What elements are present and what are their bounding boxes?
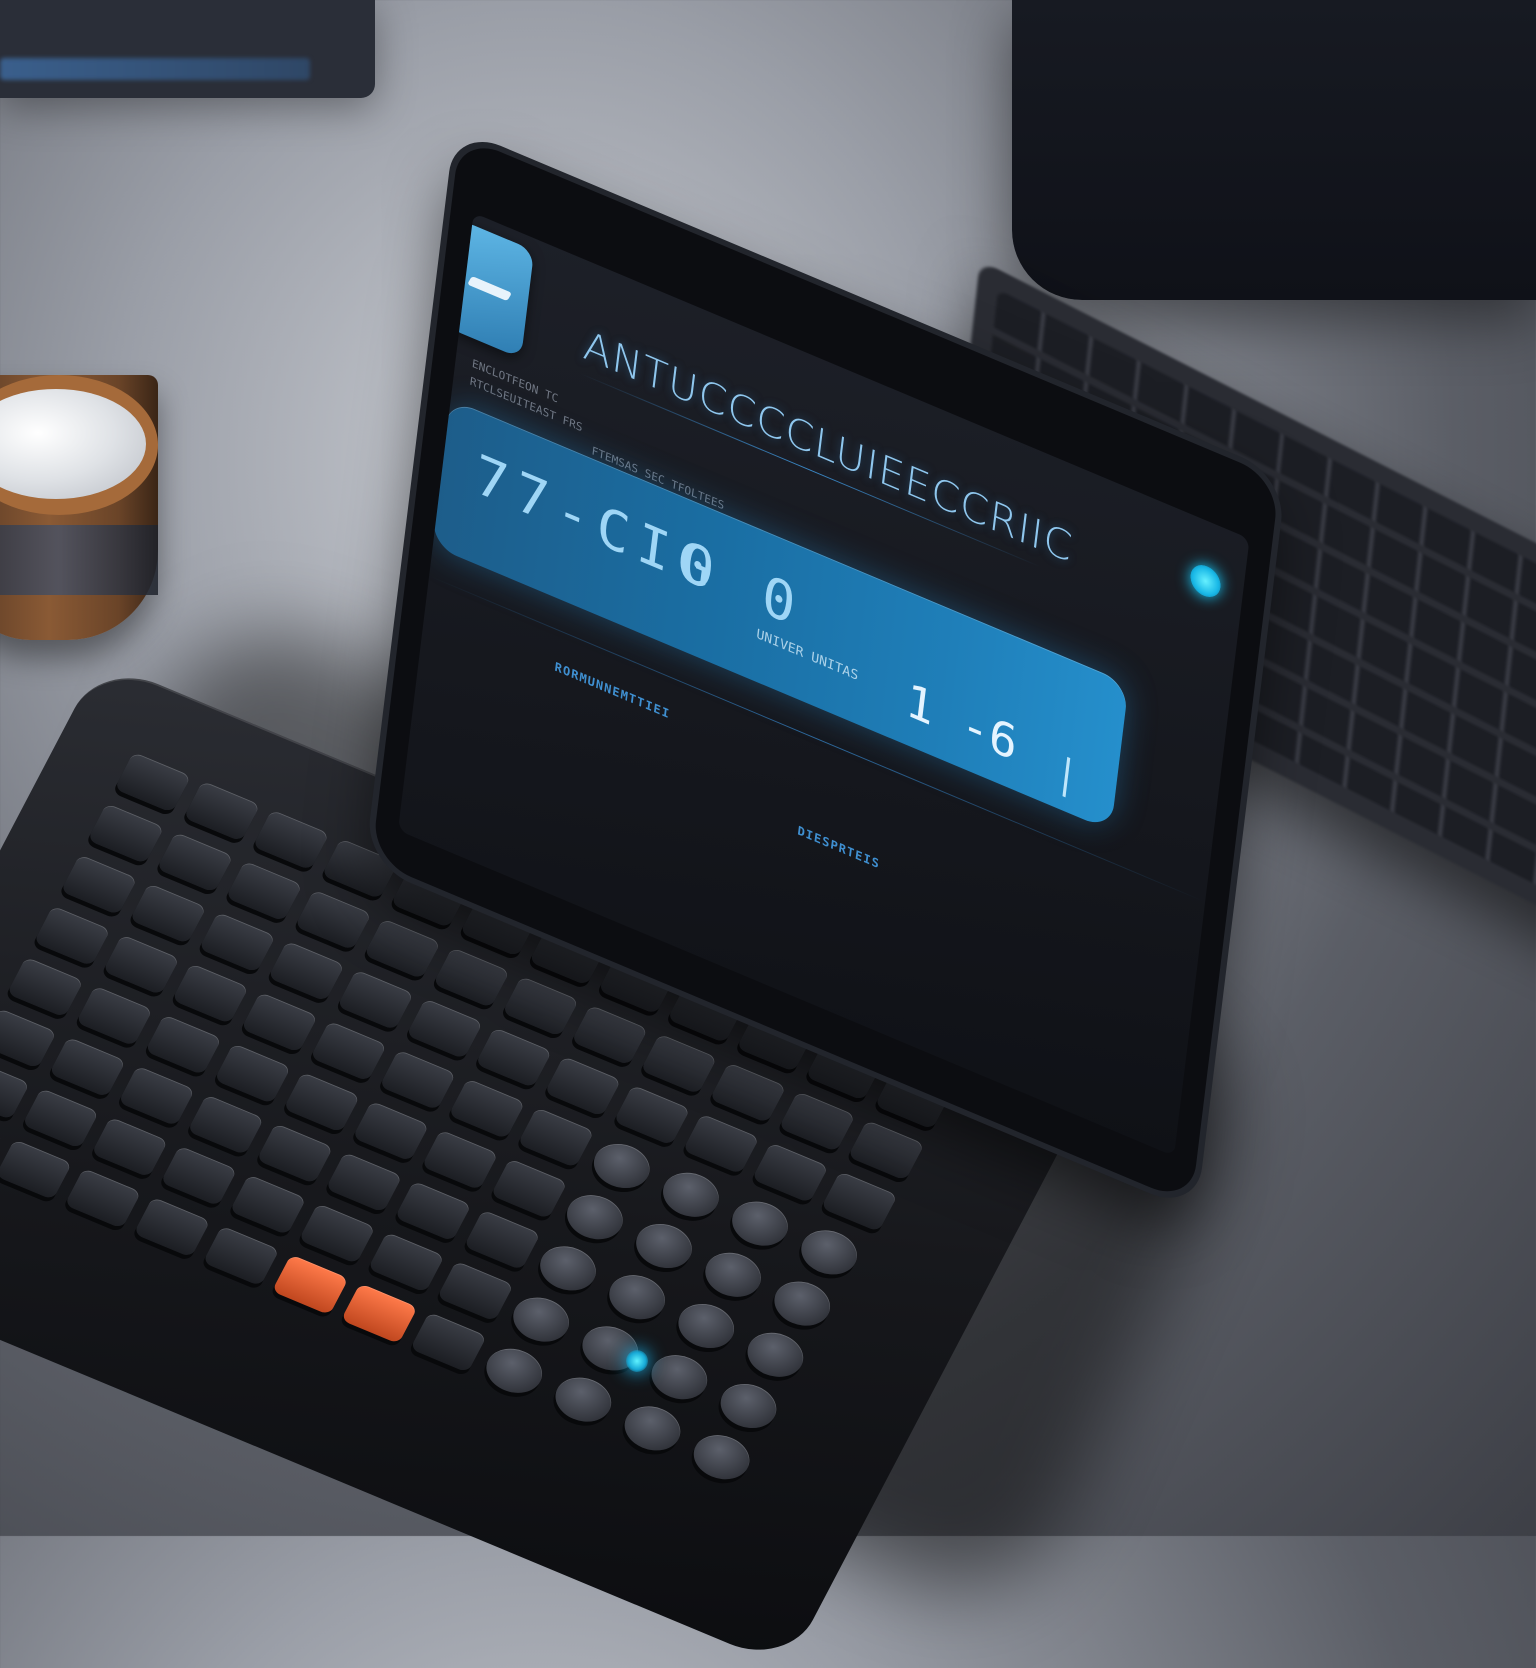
monitor-taskbar-strip [0, 58, 310, 80]
key[interactable] [436, 1260, 514, 1322]
display-subtext: UNIVER UNITAS [755, 626, 860, 685]
screen-assembly: ANTUCCCCLUIEECCRIIC ENCLOTFEON TC RTCLSE… [340, 135, 1280, 1205]
key[interactable] [160, 1145, 238, 1207]
display-operands: 0 0 [677, 528, 807, 642]
key[interactable] [352, 1100, 430, 1162]
key[interactable] [256, 1123, 334, 1184]
key[interactable] [532, 1238, 604, 1299]
key[interactable] [0, 1059, 30, 1120]
key[interactable] [463, 1209, 541, 1271]
key[interactable] [133, 1196, 211, 1258]
app-glyph-icon [467, 276, 512, 302]
key[interactable] [739, 1324, 812, 1385]
screen-bezel: ANTUCCCCLUIEECCRIIC ENCLOTFEON TC RTCLSE… [371, 135, 1280, 1205]
cup-band [0, 525, 158, 595]
coffee-cup [0, 375, 158, 640]
key[interactable] [778, 1091, 856, 1152]
key[interactable] [229, 1174, 307, 1236]
key[interactable] [33, 905, 111, 967]
key[interactable] [214, 1043, 292, 1104]
key[interactable] [670, 1296, 743, 1356]
calculator-display: 77-CIG 0 0 UNIVER UNITAS 1 -6 [430, 398, 1129, 831]
key[interactable] [298, 1203, 376, 1264]
scene: ANTUCCCCLUIEECCRIIC ENCLOTFEON TC RTCLSE… [0, 0, 1536, 1668]
key[interactable] [697, 1244, 770, 1305]
key[interactable] [91, 1116, 169, 1178]
key[interactable] [585, 1136, 658, 1196]
key[interactable] [267, 940, 345, 1002]
display-cursor [1062, 756, 1071, 798]
key[interactable] [145, 1014, 222, 1076]
key[interactable] [616, 1398, 689, 1459]
key[interactable] [766, 1273, 839, 1334]
key[interactable] [547, 1369, 620, 1430]
key[interactable] [129, 883, 207, 944]
key[interactable] [367, 1232, 445, 1293]
key[interactable] [325, 1152, 403, 1213]
key[interactable] [682, 1113, 760, 1175]
key[interactable] [643, 1347, 716, 1408]
display-result: 1 -6 [902, 672, 1021, 772]
key[interactable] [198, 912, 276, 973]
key[interactable] [202, 1225, 280, 1287]
key[interactable] [724, 1193, 796, 1254]
key[interactable] [793, 1222, 866, 1283]
key[interactable] [478, 1340, 551, 1401]
key[interactable] [421, 1129, 499, 1191]
key[interactable] [613, 1084, 691, 1146]
background-monitor-left [0, 0, 375, 98]
key[interactable] [820, 1171, 898, 1232]
key[interactable] [271, 1254, 349, 1316]
key[interactable] [102, 934, 180, 996]
key[interactable] [241, 992, 318, 1053]
key[interactable] [505, 1289, 578, 1350]
key[interactable] [340, 1283, 418, 1344]
key[interactable] [490, 1158, 568, 1220]
key[interactable] [187, 1094, 265, 1156]
key[interactable] [0, 1008, 57, 1069]
key[interactable] [49, 1036, 126, 1098]
key[interactable] [654, 1164, 727, 1225]
status-led-icon [1188, 560, 1223, 603]
key[interactable] [171, 963, 249, 1024]
key[interactable] [6, 956, 84, 1018]
power-led-icon [626, 1350, 648, 1372]
key[interactable] [517, 1107, 595, 1168]
key[interactable] [409, 1312, 487, 1373]
key[interactable] [156, 832, 234, 893]
key[interactable] [847, 1120, 925, 1181]
key[interactable] [87, 803, 165, 864]
key[interactable] [114, 752, 192, 813]
key[interactable] [601, 1267, 674, 1328]
key[interactable] [60, 854, 138, 916]
key[interactable] [0, 1139, 73, 1200]
key[interactable] [64, 1168, 142, 1229]
key[interactable] [118, 1065, 196, 1127]
key[interactable] [712, 1376, 785, 1436]
calculator-app-icon[interactable] [444, 218, 535, 359]
key[interactable] [22, 1088, 100, 1149]
key[interactable] [75, 985, 153, 1047]
key[interactable] [448, 1078, 526, 1140]
key[interactable] [558, 1187, 631, 1248]
key[interactable] [252, 809, 330, 871]
key[interactable] [685, 1427, 758, 1488]
key[interactable] [394, 1180, 472, 1242]
key[interactable] [225, 860, 303, 922]
key[interactable] [628, 1216, 700, 1276]
key[interactable] [183, 780, 261, 842]
footer-label-2[interactable]: DIESPRTEIS [797, 823, 881, 871]
key[interactable] [751, 1142, 829, 1204]
screen: ANTUCCCCLUIEECCRIIC ENCLOTFEON TC RTCLSE… [398, 212, 1250, 1157]
